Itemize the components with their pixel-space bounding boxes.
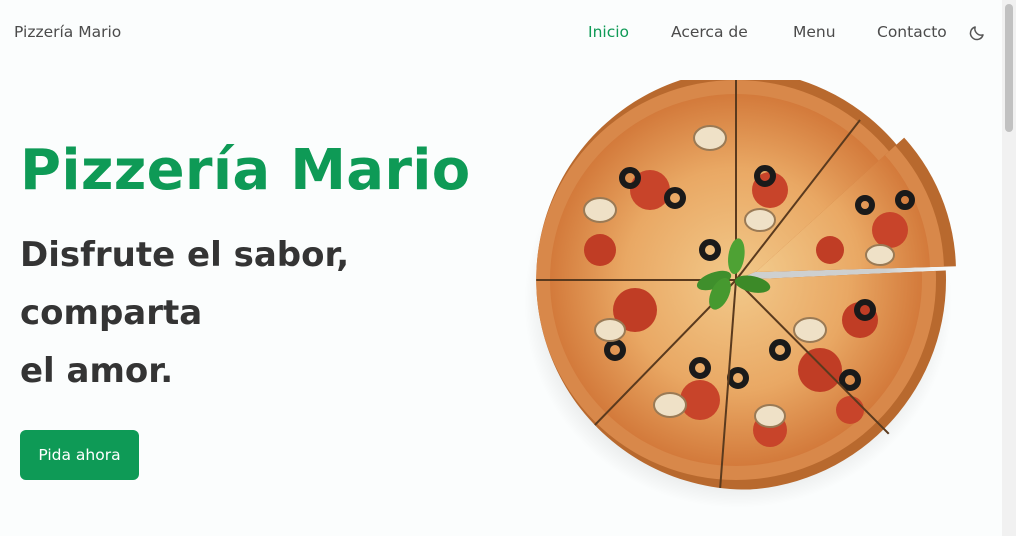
tagline-line-3: el amor. — [20, 351, 174, 391]
pizza-image — [524, 80, 956, 508]
nav-item-contacto[interactable]: Contacto — [877, 23, 947, 41]
nav-item-acerca-de[interactable]: Acerca de — [671, 23, 748, 41]
hero-title: Pizzería Mario — [20, 138, 471, 203]
page: Pizzería Mario Inicio Acerca de Menu Con… — [0, 0, 1002, 536]
hero-tagline: Disfrute el sabor, comparta el amor. — [20, 226, 349, 400]
site-header: Pizzería Mario Inicio Acerca de Menu Con… — [0, 0, 1002, 66]
scrollbar-thumb[interactable] — [1005, 4, 1013, 132]
theme-toggle-button[interactable] — [968, 24, 986, 42]
moon-icon — [969, 26, 984, 41]
order-now-button[interactable]: Pida ahora — [20, 430, 139, 480]
tagline-line-2: comparta — [20, 293, 203, 333]
scrollbar[interactable] — [1002, 0, 1016, 536]
nav-item-menu[interactable]: Menu — [793, 23, 836, 41]
brand-link[interactable]: Pizzería Mario — [14, 23, 121, 41]
tagline-line-1: Disfrute el sabor, — [20, 235, 350, 275]
nav-item-inicio[interactable]: Inicio — [588, 23, 629, 41]
